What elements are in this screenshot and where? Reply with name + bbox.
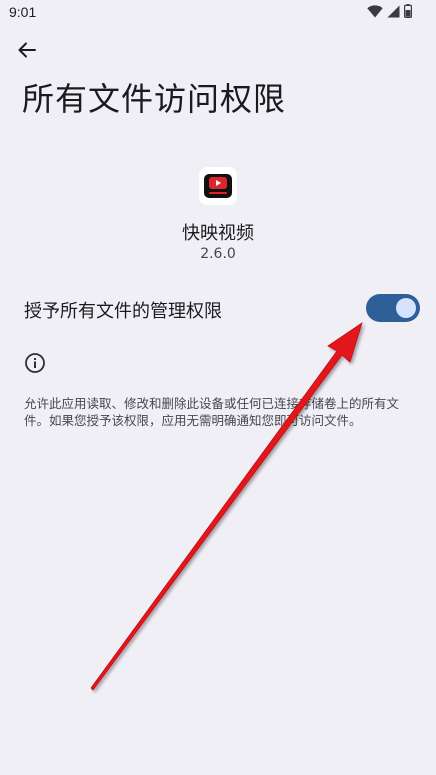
status-bar: 9:01: [0, 0, 436, 26]
wifi-icon: [367, 3, 383, 22]
status-icons: [367, 3, 413, 22]
page-title: 所有文件访问权限: [22, 80, 287, 118]
permission-description: 允许此应用读取、修改和删除此设备或任何已连接存储卷上的所有文件。如果您授予该权限…: [24, 396, 400, 428]
app-name: 快映视频: [182, 223, 254, 244]
permission-label: 授予所有文件的管理权限: [24, 301, 222, 322]
toggle-thumb: [396, 298, 416, 318]
info-icon: [24, 352, 46, 374]
status-time: 9:01: [9, 4, 37, 20]
app-icon: [199, 167, 237, 205]
app-version: 2.6.0: [200, 246, 236, 262]
back-button[interactable]: [13, 38, 41, 66]
video-app-logo-icon: [204, 174, 232, 198]
signal-icon: [387, 3, 400, 22]
all-files-permission-toggle[interactable]: [366, 294, 420, 322]
permission-screen: 9:01 所有文件访问权限 快映视频 2.6.0 授予所有文件的管理权限 允许此…: [0, 0, 436, 775]
battery-icon: [404, 3, 413, 22]
arrow-left-icon: [17, 40, 37, 64]
